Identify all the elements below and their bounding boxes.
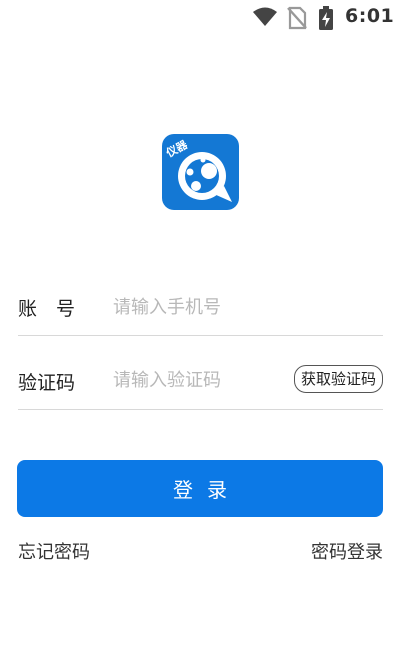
forgot-password-link[interactable]: 忘记密码	[18, 538, 90, 564]
app-logo: 仪器	[162, 134, 239, 210]
code-row: 验证码 获取验证码	[18, 342, 383, 410]
status-bar: 6:01	[0, 0, 400, 36]
get-code-button[interactable]: 获取验证码	[293, 365, 383, 393]
wifi-icon	[252, 7, 278, 31]
app-logo-icon: 仪器	[163, 138, 232, 202]
password-login-link[interactable]: 密码登录	[311, 538, 383, 564]
code-label: 验证码	[18, 372, 76, 394]
code-input[interactable]	[113, 365, 288, 395]
phone-input[interactable]	[113, 292, 288, 322]
no-sim-icon	[287, 6, 307, 34]
account-label: 账 号	[18, 298, 76, 320]
login-button[interactable]: 登录	[17, 460, 383, 517]
logo-badge-text: 仪器	[163, 138, 190, 161]
clock: 6:01	[345, 5, 395, 27]
battery-charging-icon	[318, 6, 334, 34]
account-row: 账 号	[18, 270, 383, 336]
